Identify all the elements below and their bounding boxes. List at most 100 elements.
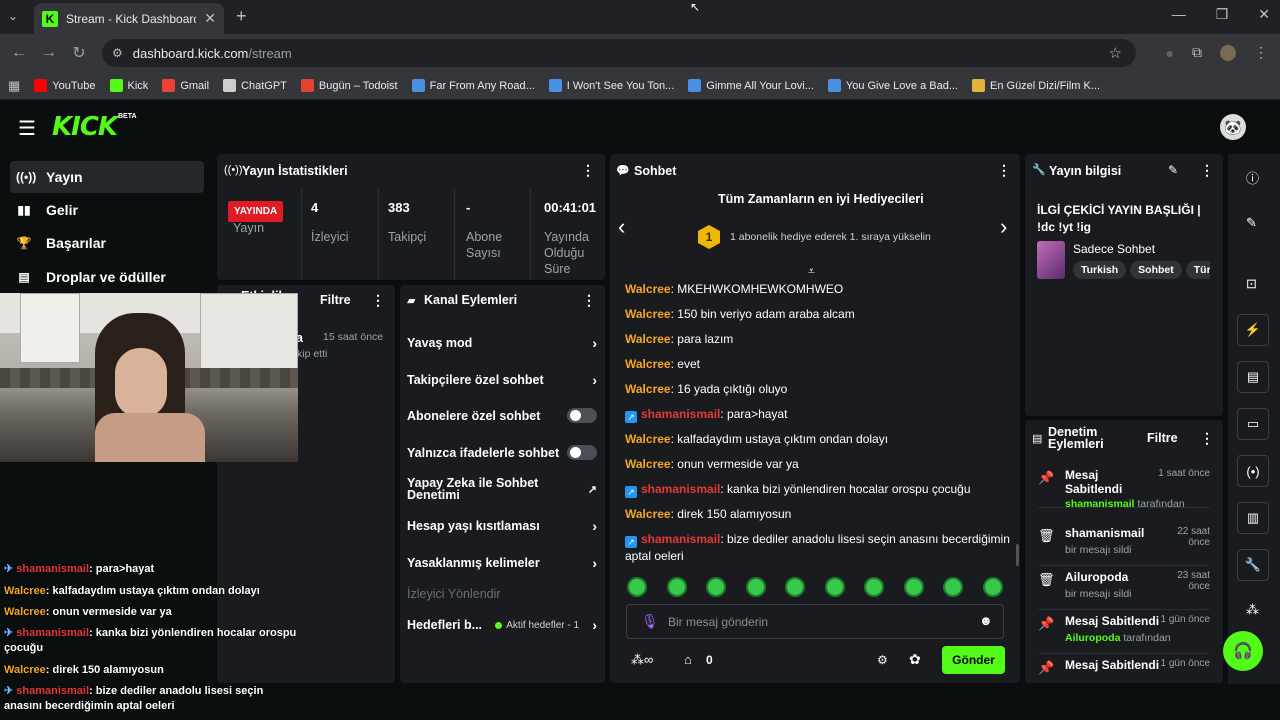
screenshot-icon[interactable]: ⊡: [1246, 276, 1257, 292]
quick-action-lightning-icon[interactable]: ⚡: [1237, 314, 1269, 346]
chevron-right-icon[interactable]: ›: [592, 617, 597, 633]
moderation-item[interactable]: 🗑 Ailuropoda bir mesajı sildi 23 saat önce: [1038, 570, 1210, 610]
bookmark-item[interactable]: I Won't See You Ton...: [548, 79, 674, 92]
chat-panel-icon[interactable]: ▭: [1237, 408, 1269, 440]
send-button[interactable]: Gönder: [942, 646, 1005, 674]
maximize-icon[interactable]: ❐: [1216, 6, 1229, 23]
close-window-icon[interactable]: ✕: [1258, 6, 1270, 23]
moderation-item-user[interactable]: Ailuropoda: [1065, 632, 1120, 644]
sidebar-item-gelir[interactable]: ▮▮ Gelir: [10, 194, 204, 226]
tab-search-icon[interactable]: ⌄: [8, 9, 18, 23]
chat-message[interactable]: Walcree: 150 bin veriyo adam araba alcam: [625, 306, 1010, 322]
chat-username[interactable]: shamanismail: [641, 482, 720, 496]
chat-message[interactable]: Walcree: para lazım: [625, 331, 1010, 347]
chat-message[interactable]: Walcree: direk 150 alamıyosun: [625, 506, 1010, 522]
emote-icon[interactable]: [982, 577, 1003, 597]
subs-only-toggle[interactable]: [567, 408, 597, 423]
apps-grid-icon[interactable]: ▦: [8, 78, 20, 94]
emote-icon[interactable]: [864, 577, 884, 597]
chat-username[interactable]: shamanismail: [641, 532, 720, 546]
browser-tab[interactable]: K Stream - Kick Dashboard ✕: [34, 3, 224, 34]
activity-menu-icon[interactable]: ⋮: [371, 292, 385, 309]
omnibox[interactable]: ⚙ dashboard.kick.com/stream ☆: [102, 39, 1136, 67]
chat-settings-icon[interactable]: ⚙: [877, 653, 888, 667]
chat-username[interactable]: Walcree: [625, 382, 671, 396]
layout-icon[interactable]: ⁂: [1246, 602, 1259, 618]
user-avatar[interactable]: 🐼: [1220, 114, 1246, 140]
emote-icon[interactable]: [627, 577, 647, 597]
chat-message[interactable]: Walcree: kalfadaydım ustaya çıktım ondan…: [625, 431, 1010, 447]
chat-username[interactable]: Walcree: [625, 432, 671, 446]
emote-icon[interactable]: [745, 577, 766, 597]
sidebar-item-basarilar[interactable]: 🏆 Başarılar: [10, 227, 204, 259]
moderation-item[interactable]: 📌 Mesaj Sabitlendi Ailuropoda tarafından 1 …: [1038, 614, 1210, 654]
chat-username[interactable]: Walcree: [625, 282, 671, 296]
emoji-icon[interactable]: ☻: [979, 613, 993, 628]
minimize-icon[interactable]: —: [1172, 6, 1186, 23]
close-tab-icon[interactable]: ✕: [204, 10, 216, 27]
chat-username[interactable]: Walcree: [625, 307, 671, 321]
chevron-left-icon[interactable]: ‹: [618, 214, 625, 240]
emotes-only-toggle[interactable]: [567, 445, 597, 460]
channel-points-icon[interactable]: ⁂∞: [631, 652, 653, 668]
profile-avatar-icon[interactable]: [1220, 44, 1236, 61]
emote-icon[interactable]: [666, 577, 687, 597]
chat-message[interactable]: Walcree: onun vermeside var ya: [625, 456, 1010, 472]
chevron-right-icon[interactable]: ›: [592, 518, 597, 534]
chat-scrollbar[interactable]: [1016, 544, 1019, 566]
moderation-menu-icon[interactable]: ⋮: [1200, 430, 1214, 447]
sidebar-item-droplar[interactable]: ▤ Droplar ve ödüller: [10, 261, 204, 293]
bookmark-item[interactable]: Far From Any Road...: [411, 79, 535, 92]
chat-message[interactable]: Walcree: MKEHWKOMHEWKOMHWEO: [625, 281, 1010, 297]
notes-icon[interactable]: ▤: [1237, 361, 1269, 393]
bookmark-item[interactable]: Kick: [109, 79, 148, 92]
site-info-icon[interactable]: ⚙: [112, 46, 123, 60]
chat-message[interactable]: ↗ shamanismail: para>hayat: [625, 406, 1010, 423]
account-age-row[interactable]: Hesap yaşı kısıtlaması ›: [407, 518, 597, 534]
forward-icon[interactable]: →: [34, 44, 64, 62]
chevron-right-icon[interactable]: ›: [592, 335, 597, 351]
chat-message[interactable]: Walcree: evet: [625, 356, 1010, 372]
moderation-item[interactable]: 🗑 shamanismail bir mesajı sildi 22 saat önc…: [1038, 526, 1210, 566]
emote-icon[interactable]: [824, 577, 845, 597]
chat-message[interactable]: Walcree: 16 yada çıktığı oluyo: [625, 381, 1010, 397]
edit-icon[interactable]: ✎: [1246, 215, 1257, 231]
chat-username[interactable]: Walcree: [625, 332, 671, 346]
edit-pencil-icon[interactable]: ✎: [1168, 163, 1178, 177]
collapse-icon[interactable]: ⩡: [808, 264, 815, 279]
chat-message[interactable]: ↗ shamanismail: kanka bizi yönlendiren ho…: [625, 481, 1010, 498]
tag-chip[interactable]: Türk: [1185, 261, 1210, 279]
back-icon[interactable]: ←: [4, 44, 34, 62]
chat-message[interactable]: ↗ shamanismail: bize dediler anadolu lise…: [625, 531, 1010, 564]
broadcast-panel-icon[interactable]: (•): [1237, 455, 1269, 487]
store-icon[interactable]: ⌂: [684, 652, 692, 667]
activity-filter-button[interactable]: Filtre: [320, 293, 351, 307]
moderation-filter-button[interactable]: Filtre: [1147, 431, 1178, 445]
goals-row[interactable]: Hedefleri b... Aktif hedefler - 1 ›: [407, 617, 597, 633]
chat-input[interactable]: 🎙 Bir mesaj gönderin ☻: [626, 604, 1004, 639]
channel-actions-menu-icon[interactable]: ⋮: [582, 292, 596, 309]
chevron-right-icon[interactable]: ›: [592, 555, 597, 571]
chat-menu-icon[interactable]: ⋮: [997, 162, 1011, 179]
bookmark-item[interactable]: En Güzel Dizi/Film K...: [972, 79, 1100, 92]
moderation-item[interactable]: 📌 Mesaj Sabitlendi shamanismail tarafından…: [1038, 468, 1210, 510]
wrench-panel-icon[interactable]: 🔧: [1237, 549, 1269, 581]
chat-username[interactable]: shamanismail: [641, 407, 720, 421]
chevron-right-icon[interactable]: ›: [1000, 214, 1007, 240]
banned-words-row[interactable]: Yasaklanmış kelimeler ›: [407, 555, 597, 571]
sidebar-item-yayin[interactable]: ((•)) Yayın: [10, 161, 204, 193]
info-icon[interactable]: ⓘ: [1246, 168, 1259, 187]
emote-picker-icon[interactable]: ✿: [909, 651, 921, 668]
chat-username[interactable]: Walcree: [625, 357, 671, 371]
new-tab-button[interactable]: +: [236, 6, 247, 27]
moderation-panel-icon[interactable]: ▥: [1237, 502, 1269, 534]
bookmark-item[interactable]: ChatGPT: [223, 79, 287, 92]
chat-username[interactable]: Walcree: [625, 507, 671, 521]
followers-only-row[interactable]: Takipçilere özel sohbet ›: [407, 372, 597, 388]
menu-hamburger-icon[interactable]: ☰: [18, 116, 36, 141]
tag-chip[interactable]: Turkish: [1073, 261, 1127, 279]
bookmark-item[interactable]: You Give Love a Bad...: [827, 79, 958, 92]
microphone-icon[interactable]: 🎙: [641, 613, 659, 630]
chat-username[interactable]: Walcree: [625, 457, 671, 471]
bookmark-star-icon[interactable]: ☆: [1109, 44, 1122, 62]
